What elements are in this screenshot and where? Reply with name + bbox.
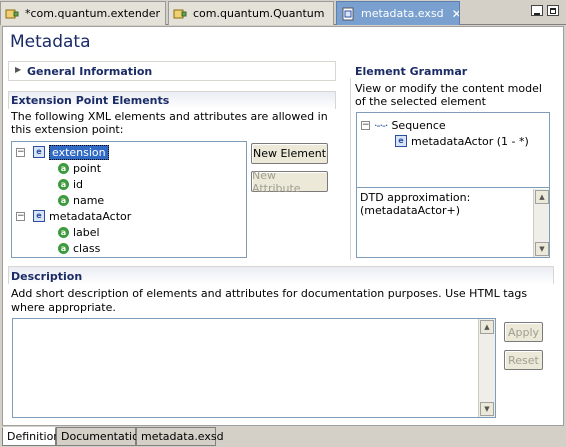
attribute-label: id [73, 177, 84, 191]
attribute-node[interactable]: a name [58, 192, 104, 208]
element-tree[interactable]: − e extension a point a id a name − e metadataActor… [11, 141, 247, 258]
page-tab-definition[interactable]: Definition [2, 427, 60, 446]
expand-arrow-icon[interactable]: ▶ [15, 65, 21, 74]
attribute-label: class [73, 241, 101, 255]
scroll-up-icon[interactable]: ▲ [480, 320, 494, 334]
attribute-label: name [73, 193, 105, 207]
attribute-node[interactable]: a class [58, 240, 100, 256]
element-label: extension [49, 144, 109, 160]
element-icon: e [33, 210, 45, 222]
apply-button[interactable]: Apply [504, 322, 543, 342]
sequence-node[interactable]: − ·-·-· Sequence [361, 117, 446, 133]
description-textarea[interactable]: ▲ ▼ [12, 318, 496, 418]
tab-label: metadata.exsd [361, 7, 444, 20]
new-element-button[interactable]: New Element [251, 143, 328, 164]
tab-label: com.quantum.Quantum [193, 7, 325, 20]
scroll-down-icon[interactable]: ▼ [480, 402, 494, 416]
section-description: The following XML elements and attribute… [11, 110, 328, 136]
page-tab-source[interactable]: metadata.exsd [136, 427, 224, 446]
general-information-section[interactable]: ▶ General Information [8, 61, 336, 81]
dtd-value: (metadataActor+) [360, 204, 461, 217]
attribute-node[interactable]: a point [58, 160, 101, 176]
section-title: Element Grammar [355, 65, 468, 78]
attribute-icon: a [58, 226, 69, 238]
element-node[interactable]: − e extension [16, 144, 109, 160]
section-title: Extension Point Elements [11, 94, 170, 107]
new-attribute-button[interactable]: New Attribute [251, 169, 328, 195]
description-header [8, 266, 554, 284]
tab-metadata-exsd[interactable]: metadata.exsd ✕ [336, 1, 460, 25]
attribute-node[interactable]: a label [58, 224, 100, 240]
section-description: Add short description of elements and at… [11, 287, 528, 314]
sequence-icon: ·-·-· [374, 118, 388, 132]
attribute-icon: a [58, 162, 69, 174]
attribute-icon: a [58, 194, 69, 206]
plugin-icon [173, 9, 187, 18]
plugin-icon [5, 9, 19, 18]
attribute-label: label [73, 225, 100, 239]
collapse-toggle-icon[interactable]: − [16, 147, 25, 157]
collapse-toggle-icon[interactable]: − [16, 211, 25, 221]
tab-com-quantum-quantum[interactable]: com.quantum.Quantum [168, 1, 334, 25]
page-tab-documentation[interactable]: Documentation [56, 427, 146, 446]
attribute-label: point [73, 161, 102, 175]
divider [350, 78, 352, 260]
page-title: Metadata [10, 32, 91, 52]
sequence-label: Sequence [391, 118, 446, 132]
section-title: General Information [27, 65, 153, 78]
dtd-label: DTD approximation: [360, 191, 471, 204]
attribute-node[interactable]: a id [58, 176, 83, 192]
maximize-icon[interactable] [547, 5, 559, 16]
schema-file-icon [342, 7, 354, 20]
element-icon: e [395, 135, 407, 147]
sequence-child-label: metadataActor (1 - *) [411, 134, 529, 148]
tab-com-quantum-extender[interactable]: *com.quantum.extender [0, 1, 166, 25]
grammar-panel: − ·-·-· Sequence e metadataActor (1 - *)… [356, 112, 550, 258]
element-label: metadataActor [49, 209, 132, 223]
minimize-icon[interactable] [531, 5, 543, 16]
description-scrollbar[interactable]: ▲ ▼ [478, 319, 495, 417]
section-title: Description [11, 270, 83, 283]
close-icon[interactable]: ✕ [452, 7, 459, 21]
sequence-child-node[interactable]: e metadataActor (1 - *) [395, 133, 529, 149]
scroll-up-icon[interactable]: ▲ [535, 190, 549, 204]
attribute-icon: a [58, 242, 69, 254]
element-icon: e [33, 146, 45, 158]
collapse-toggle-icon[interactable]: − [361, 120, 370, 130]
divider [357, 187, 549, 188]
dtd-scrollbar[interactable]: ▲ ▼ [533, 189, 549, 257]
scroll-down-icon[interactable]: ▼ [535, 242, 549, 256]
section-description: View or modify the content model of the … [355, 82, 542, 108]
attribute-icon: a [58, 178, 69, 190]
reset-button[interactable]: Reset [504, 350, 543, 370]
tab-label: *com.quantum.extender [25, 7, 161, 20]
element-node[interactable]: − e metadataActor [16, 208, 131, 224]
